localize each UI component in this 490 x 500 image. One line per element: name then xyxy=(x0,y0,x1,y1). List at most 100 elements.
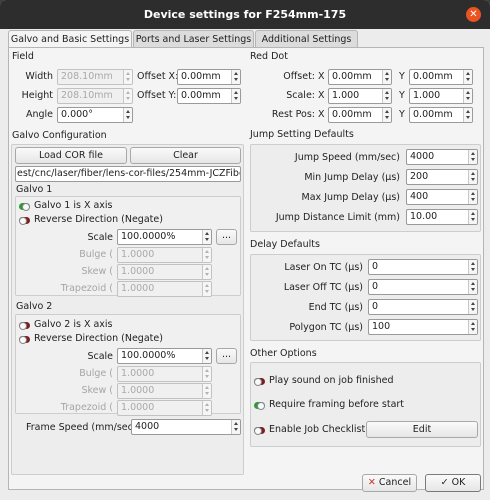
jump-distance-limit-label: Jump Distance Limit (mm) xyxy=(275,212,400,223)
galvo2-reverse-label: Reverse Direction (Negate) xyxy=(34,333,163,344)
red-dot-offset-y-field[interactable]: 0.00mm xyxy=(409,69,473,85)
angle-field[interactable]: 0.000° xyxy=(57,107,133,123)
galvo2-axis-toggle[interactable] xyxy=(19,322,30,330)
cancel-label: Cancel xyxy=(378,477,412,488)
min-jump-delay-label: Min Jump Delay (µs) xyxy=(304,172,400,183)
galvo1-axis-toggle[interactable] xyxy=(19,203,30,211)
tab-ports-laser[interactable]: Ports and Laser Settings xyxy=(133,30,254,48)
galvo2-reverse-toggle[interactable] xyxy=(19,336,30,344)
ok-label: OK xyxy=(451,477,466,488)
red-dot-x-label: X xyxy=(318,90,325,101)
field-heading: Field xyxy=(12,51,34,62)
red-dot-scale-x-field[interactable]: 1.000 xyxy=(328,88,392,104)
galvo2-heading: Galvo 2 xyxy=(16,301,53,312)
close-icon[interactable]: ✕ xyxy=(466,7,481,22)
tab-panel: Field Width 208.10mm Height 208.10mm Ang… xyxy=(8,47,484,492)
galvo1-trapezoid-label: Trapezoid ( xyxy=(60,283,113,294)
red-dot-rest-x-field[interactable]: 0.00mm xyxy=(328,107,392,123)
galvo2-trapezoid-field[interactable]: 1.0000 xyxy=(117,400,212,416)
galvo2-more-button[interactable]: ... xyxy=(216,348,237,364)
galvo2-skew-label: Skew ( xyxy=(81,385,113,396)
cancel-icon: ✕ xyxy=(367,477,376,488)
job-checklist-toggle[interactable] xyxy=(254,427,265,435)
galvo1-bulge-label: Bulge ( xyxy=(79,249,113,260)
frame-speed-label: Frame Speed (mm/sec) xyxy=(26,422,137,433)
edit-checklist-button[interactable]: Edit xyxy=(366,421,478,438)
load-cor-button[interactable]: Load COR file xyxy=(15,147,127,164)
width-label: Width xyxy=(25,71,53,82)
clear-button[interactable]: Clear xyxy=(130,147,241,164)
laser-off-tc-field[interactable]: 0 xyxy=(368,279,478,295)
laser-on-tc-field[interactable]: 0 xyxy=(368,259,478,275)
require-framing-label: Require framing before start xyxy=(269,399,405,410)
cor-file-path[interactable]: est/cnc/laser/fiber/lens-cor-files/254mm… xyxy=(15,166,241,182)
red-dot-y-label: Y xyxy=(399,109,405,120)
ok-button[interactable]: ✓ OK xyxy=(425,474,481,492)
polygon-tc-label: Polygon TC (µs) xyxy=(289,322,363,333)
end-tc-field[interactable]: 0 xyxy=(368,299,478,315)
polygon-tc-field[interactable]: 100 xyxy=(368,319,478,335)
red-dot-x-label: X xyxy=(318,109,325,120)
min-jump-delay-field[interactable]: 200 xyxy=(406,169,478,185)
offset-x-field[interactable]: 0.00mm xyxy=(177,69,241,85)
end-tc-label: End TC (µs) xyxy=(308,302,363,313)
play-sound-toggle[interactable] xyxy=(254,378,265,386)
galvo1-axis-label: Galvo 1 is X axis xyxy=(34,200,113,211)
galvo1-skew-label: Skew ( xyxy=(81,266,113,277)
galvo2-skew-field[interactable]: 1.0000 xyxy=(117,383,212,399)
galvo1-scale-label: Scale xyxy=(87,232,113,243)
galvo1-trapezoid-field[interactable]: 1.0000 xyxy=(117,281,212,297)
frame-speed-field[interactable]: 4000 xyxy=(131,419,241,435)
max-jump-delay-label: Max Jump Delay (µs) xyxy=(301,192,400,203)
jump-speed-label: Jump Speed (mm/sec) xyxy=(294,152,400,163)
galvo-config-heading: Galvo Configuration xyxy=(12,130,107,141)
galvo1-bulge-field[interactable]: 1.0000 xyxy=(117,247,212,263)
red-dot-scale-y-field[interactable]: 1.000 xyxy=(409,88,473,104)
red-dot-y-label: Y xyxy=(399,90,405,101)
laser-on-tc-label: Laser On TC (µs) xyxy=(284,262,363,273)
red-dot-scale-label: Scale: xyxy=(286,90,315,101)
job-checklist-label: Enable Job Checklist xyxy=(269,424,366,435)
galvo2-axis-label: Galvo 2 is X axis xyxy=(34,319,113,330)
title-bar: Device settings for F254mm-175 ✕ xyxy=(0,0,490,29)
jump-heading: Jump Setting Defaults xyxy=(250,129,354,140)
red-dot-y-label: Y xyxy=(399,71,405,82)
galvo2-scale-field[interactable]: 100.0000% xyxy=(117,348,212,364)
ok-icon: ✓ xyxy=(440,477,449,488)
laser-off-tc-label: Laser Off TC (µs) xyxy=(283,282,363,293)
galvo1-heading: Galvo 1 xyxy=(16,184,53,195)
offset-y-label: Offset Y: xyxy=(137,90,177,101)
delay-heading: Delay Defaults xyxy=(250,239,320,250)
jump-speed-field[interactable]: 4000 xyxy=(406,149,478,165)
angle-label: Angle xyxy=(25,109,53,120)
require-framing-toggle[interactable] xyxy=(254,402,265,410)
window-title: Device settings for F254mm-175 xyxy=(143,8,347,21)
height-field[interactable]: 208.10mm xyxy=(57,88,133,104)
galvo1-reverse-label: Reverse Direction (Negate) xyxy=(34,214,163,225)
device-settings-dialog: Device settings for F254mm-175 ✕ Galvo a… xyxy=(0,0,490,500)
jump-distance-limit-field[interactable]: 10.00 xyxy=(406,209,478,225)
tab-additional[interactable]: Additional Settings xyxy=(255,30,358,48)
other-options-heading: Other Options xyxy=(250,348,317,359)
width-field[interactable]: 208.10mm xyxy=(57,69,133,85)
offset-x-label: Offset X: xyxy=(137,71,179,82)
galvo1-skew-field[interactable]: 1.0000 xyxy=(117,264,212,280)
height-label: Height xyxy=(21,90,53,101)
red-dot-rest-y-field[interactable]: 0.00mm xyxy=(409,107,473,123)
play-sound-label: Play sound on job finished xyxy=(269,375,394,386)
galvo1-reverse-toggle[interactable] xyxy=(19,217,30,225)
galvo2-trapezoid-label: Trapezoid ( xyxy=(60,402,113,413)
galvo1-more-button[interactable]: ... xyxy=(216,229,237,245)
galvo2-bulge-label: Bulge ( xyxy=(79,368,113,379)
red-dot-rest-label: Rest Pos: xyxy=(271,109,315,120)
galvo2-bulge-field[interactable]: 1.0000 xyxy=(117,366,212,382)
offset-y-field[interactable]: 0.00mm xyxy=(177,88,241,104)
red-dot-heading: Red Dot xyxy=(250,51,288,62)
red-dot-offset-x-field[interactable]: 0.00mm xyxy=(328,69,392,85)
max-jump-delay-field[interactable]: 400 xyxy=(406,189,478,205)
red-dot-offset-label: Offset: xyxy=(283,71,315,82)
galvo2-scale-label: Scale xyxy=(87,351,113,362)
cancel-button[interactable]: ✕ Cancel xyxy=(362,474,417,492)
galvo1-scale-field[interactable]: 100.0000% xyxy=(117,229,212,245)
red-dot-x-label: X xyxy=(318,71,325,82)
